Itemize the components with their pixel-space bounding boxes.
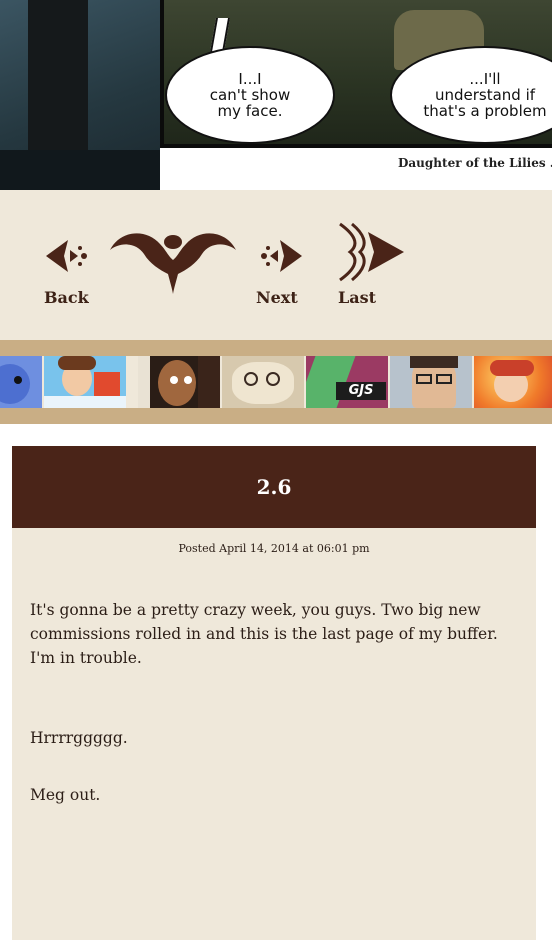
comic-thumb-redhead[interactable] [474, 356, 552, 408]
related-comics-list: GJS [0, 356, 552, 408]
comic-thumb-girl-braids[interactable] [138, 356, 220, 408]
comic-credit: Daughter of the Lilies . c [398, 156, 552, 170]
post-title: 2.6 [256, 475, 292, 499]
last-label[interactable]: Last [338, 288, 376, 307]
comic-thumb-sheep-glasses[interactable] [222, 356, 304, 408]
comic-thumb-gjs[interactable]: GJS [306, 356, 388, 408]
last-arrow-icon [339, 222, 404, 282]
speech-bubble-left: I...I can't show my face. [165, 46, 335, 144]
comic-panel: I...I can't show my face. ...I'll unders… [0, 0, 552, 190]
ornament-icon [106, 220, 240, 294]
comic-thumb-blue-creature[interactable] [0, 356, 42, 408]
post-paragraph: Meg out. [30, 786, 101, 804]
back-arrow-icon [46, 240, 87, 272]
comic-shadow [0, 150, 170, 190]
next-button[interactable] [256, 236, 304, 276]
post-date: Posted April 14, 2014 at 06:01 pm [178, 542, 370, 555]
last-button[interactable] [334, 220, 406, 284]
comic-thumb-man-glasses[interactable] [390, 356, 472, 408]
post-header: 2.6 [12, 446, 536, 528]
comic-navigation: Back Next Last [0, 190, 552, 340]
back-label[interactable]: Back [44, 288, 89, 307]
next-label[interactable]: Next [256, 288, 298, 307]
post-paragraph: Hrrrrggggg. [30, 729, 128, 747]
related-comics-strip: GJS [0, 340, 552, 424]
post-paragraph: It's gonna be a pretty crazy week, you g… [30, 601, 498, 667]
next-arrow-icon [261, 240, 302, 272]
back-button[interactable] [44, 236, 92, 276]
comic-thumb-kid-hero[interactable] [44, 356, 126, 408]
